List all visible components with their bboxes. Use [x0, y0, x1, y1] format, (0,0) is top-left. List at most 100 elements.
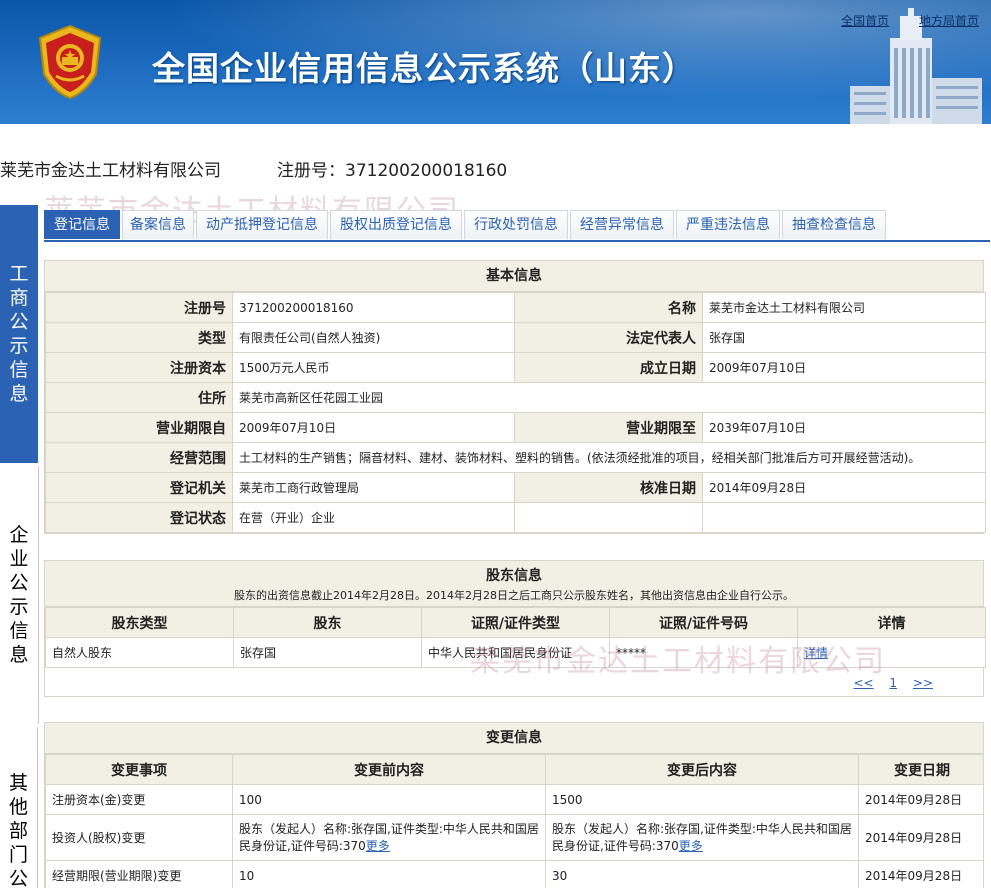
table-row: 登记状态 在营（开业）企业	[45, 502, 986, 533]
table-row: 自然人股东 张存国 中华人民共和国居民身份证 ***** 详情	[45, 637, 986, 668]
nav-enterprise-info[interactable]: 企业公示信息	[0, 466, 39, 724]
table-row: 注册资本 1500万元人民币 成立日期 2009年07月10日	[45, 352, 986, 383]
table-row: 住所 莱芜市高新区任花园工业园	[45, 382, 986, 413]
change-title: 变更信息	[45, 723, 983, 754]
col-holder-type: 股东类型	[45, 607, 234, 638]
col-id-number: 证照/证件号码	[609, 607, 798, 638]
cell-before: 10	[232, 860, 546, 888]
tab-abnormal-operation[interactable]: 经营异常信息	[570, 210, 674, 239]
shareholder-title: 股东信息	[486, 568, 542, 584]
reg-label: 注册号：	[277, 161, 345, 181]
value-capital: 1500万元人民币	[232, 352, 515, 383]
value-scope: 土工材料的生产销售；隔音材料、建材、装饰材料、塑料的销售。(依法须经批准的项目，…	[232, 442, 986, 473]
value-name: 莱芜市金达土工材料有限公司	[702, 292, 986, 323]
cell-change-item: 投资人(股权)变更	[45, 814, 233, 861]
col-before: 变更前内容	[232, 754, 546, 785]
empty-cell	[702, 502, 986, 533]
label-status: 登记状态	[45, 502, 233, 533]
detail-link[interactable]: 详情	[804, 646, 828, 660]
link-national-home[interactable]: 全国首页	[841, 14, 889, 28]
label-founded: 成立日期	[514, 352, 703, 383]
table-row: 注册号 371200200018160 名称 莱芜市金达土工材料有限公司	[45, 292, 986, 323]
col-id-type: 证照/证件类型	[421, 607, 610, 638]
national-emblem-icon	[38, 24, 102, 100]
value-address: 莱芜市高新区任花园工业园	[232, 382, 986, 413]
label-legal-rep: 法定代表人	[514, 322, 703, 353]
cell-change-date: 2014年09月28日	[858, 814, 983, 861]
value-status: 在营（开业）企业	[232, 502, 515, 533]
change-table: 变更事项 变更前内容 变更后内容 变更日期 注册资本(金)变更 100 1500…	[45, 754, 983, 888]
col-change-item: 变更事项	[45, 754, 233, 785]
label-scope: 经营范围	[45, 442, 233, 473]
top-links: 全国首页 地方局首页	[815, 12, 979, 29]
pager-next[interactable]: >>	[913, 676, 933, 690]
tab-serious-violation[interactable]: 严重违法信息	[676, 210, 780, 239]
value-founded: 2009年07月10日	[702, 352, 986, 383]
basic-info-table: 注册号 371200200018160 名称 莱芜市金达土工材料有限公司 类型 …	[45, 292, 986, 533]
reg-number: 371200200018160	[345, 161, 508, 181]
label-address: 住所	[45, 382, 233, 413]
label-name: 名称	[514, 292, 703, 323]
nav-enterprise-info-label: 企业公示信息	[9, 524, 29, 666]
tab-inspection[interactable]: 抽查检查信息	[782, 210, 886, 239]
tab-chattel-mortgage[interactable]: 动产抵押登记信息	[196, 210, 328, 239]
tab-filing[interactable]: 备案信息	[122, 210, 194, 239]
label-term-to: 营业期限至	[514, 412, 703, 443]
more-link-before[interactable]: 更多	[366, 839, 390, 853]
cell-before: 100	[232, 784, 546, 815]
shareholder-table: 股东类型 股东 证照/证件类型 证照/证件号码 详情 自然人股东 张存国 中华人…	[45, 607, 986, 668]
shareholder-head: 股东信息 股东的出资信息截止2014年2月28日。2014年2月28日之后工商只…	[45, 561, 983, 607]
tab-bar: 登记信息 备案信息 动产抵押登记信息 股权出质登记信息 行政处罚信息 经营异常信…	[44, 210, 990, 242]
value-approval-date: 2014年09月28日	[702, 472, 986, 503]
col-detail: 详情	[797, 607, 986, 638]
company-name: 莱芜市金达土工材料有限公司	[0, 161, 221, 181]
company-line: 莱芜市金达土工材料有限公司 注册号：371200200018160	[0, 156, 507, 181]
site-header: 全国企业信用信息公示系统（山东） 全国首页 地方局首页	[0, 0, 991, 124]
shareholder-note: 股东的出资信息截止2014年2月28日。2014年2月28日之后工商只公示股东姓…	[234, 589, 794, 602]
link-local-home[interactable]: 地方局首页	[919, 14, 979, 28]
cell-after: 1500	[545, 784, 859, 815]
label-approval-date: 核准日期	[514, 472, 703, 503]
label-type: 类型	[45, 322, 233, 353]
pager-prev[interactable]: <<	[853, 676, 873, 690]
more-link-after[interactable]: 更多	[679, 839, 703, 853]
value-term-to: 2039年07月10日	[702, 412, 986, 443]
cell-change-item: 注册资本(金)变更	[45, 784, 233, 815]
pager: << 1 >>	[45, 668, 983, 696]
label-term-from: 营业期限自	[45, 412, 233, 443]
tab-registration[interactable]: 登记信息	[44, 210, 120, 239]
label-capital: 注册资本	[45, 352, 233, 383]
cell-id-number: *****	[609, 637, 798, 668]
value-authority: 莱芜市工商行政管理局	[232, 472, 515, 503]
shareholder-panel: 股东信息 股东的出资信息截止2014年2月28日。2014年2月28日之后工商只…	[44, 560, 986, 697]
pager-page-1[interactable]: 1	[889, 676, 897, 690]
cell-change-date: 2014年09月28日	[858, 860, 983, 888]
change-panel: 变更信息 变更事项 变更前内容 变更后内容 变更日期 注册资本(金)变更 100…	[44, 722, 984, 888]
table-header-row: 变更事项 变更前内容 变更后内容 变更日期	[45, 754, 983, 785]
cell-change-item: 经营期限(营业期限)变更	[45, 860, 233, 888]
basic-info-panel: 基本信息 注册号 371200200018160 名称 莱芜市金达土工材料有限公…	[44, 260, 986, 534]
value-term-from: 2009年07月10日	[232, 412, 515, 443]
table-row: 经营范围 土工材料的生产销售；隔音材料、建材、装饰材料、塑料的销售。(依法须经批…	[45, 442, 986, 473]
cell-id-type: 中华人民共和国居民身份证	[421, 637, 610, 668]
cell-holder: 张存国	[233, 637, 422, 668]
tab-admin-penalty[interactable]: 行政处罚信息	[464, 210, 568, 239]
table-row: 登记机关 莱芜市工商行政管理局 核准日期 2014年09月28日	[45, 472, 986, 503]
tab-equity-pledge[interactable]: 股权出质登记信息	[330, 210, 462, 239]
value-reg-no: 371200200018160	[232, 292, 515, 323]
table-row: 投资人(股权)变更 股东（发起人）名称:张存国,证件类型:中华人民共和国居民身份…	[45, 814, 983, 861]
col-holder: 股东	[233, 607, 422, 638]
label-reg-no: 注册号	[45, 292, 233, 323]
empty-cell	[514, 502, 703, 533]
table-row: 注册资本(金)变更 100 1500 2014年09月28日	[45, 784, 983, 815]
table-row: 经营期限(营业期限)变更 10 30 2014年09月28日	[45, 860, 983, 888]
nav-business-info[interactable]: 工商公示信息	[0, 205, 38, 463]
nav-other-dept-info[interactable]: 其他部门公	[0, 727, 38, 890]
basic-info-title: 基本信息	[45, 261, 983, 292]
nav-business-info-label: 工商公示信息	[9, 263, 29, 405]
nav-other-dept-info-label: 其他部门公	[8, 772, 28, 890]
value-type: 有限责任公司(自然人独资)	[232, 322, 515, 353]
table-header-row: 股东类型 股东 证照/证件类型 证照/证件号码 详情	[45, 607, 986, 638]
col-change-date: 变更日期	[858, 754, 983, 785]
cell-holder-type: 自然人股东	[45, 637, 234, 668]
